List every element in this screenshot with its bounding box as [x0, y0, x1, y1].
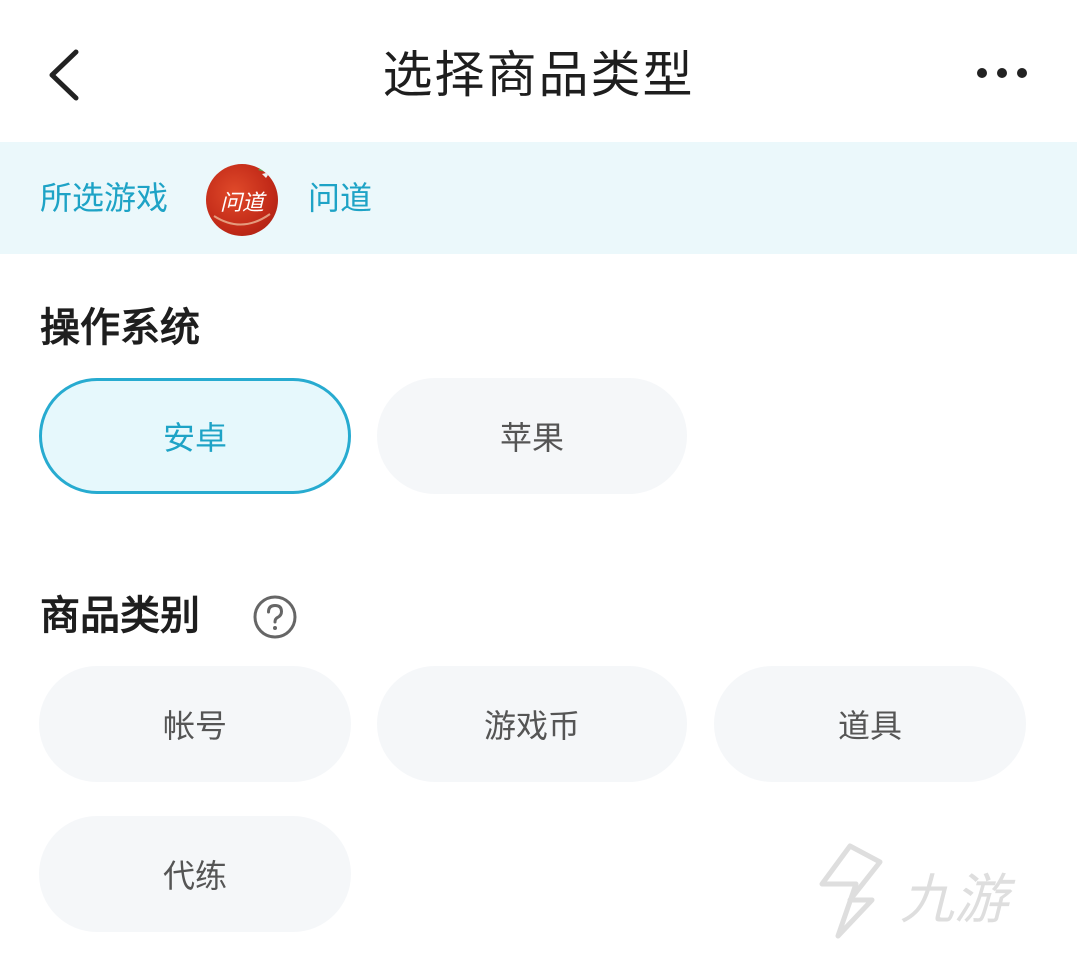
category-option-label: 游戏币 — [483, 707, 580, 745]
nine-game-logo-icon: 九游 — [819, 843, 1016, 939]
help-button[interactable] — [252, 594, 298, 640]
category-option-label: 代练 — [162, 857, 227, 895]
category-option-boosting[interactable]: 代练 — [39, 816, 351, 932]
question-circle-icon — [253, 595, 297, 639]
page-title: 选择商品类型 — [382, 46, 695, 104]
category-option-items[interactable]: 道具 — [714, 666, 1026, 782]
more-horizontal-icon — [977, 68, 1027, 78]
selected-game-label: 所选游戏 — [40, 179, 169, 217]
watermark-logo: 九游 — [810, 838, 1050, 948]
os-section-title: 操作系统 — [40, 305, 200, 351]
category-option-game-currency[interactable]: 游戏币 — [377, 666, 687, 782]
selected-game-name[interactable]: 问道 — [308, 172, 372, 224]
category-section-title: 商品类别 — [40, 593, 200, 639]
more-button[interactable] — [970, 55, 1034, 91]
nav-bar: 选择商品类型 — [0, 0, 1077, 142]
category-option-label: 道具 — [837, 707, 902, 745]
watermark-text: 九游 — [900, 868, 1016, 931]
os-option-android[interactable]: 安卓 — [39, 378, 351, 494]
game-logo-text: 问道 — [220, 191, 267, 216]
game-logo-icon: 问道 — [206, 164, 278, 236]
category-option-label: 帐号 — [162, 707, 227, 745]
os-option-label: 安卓 — [162, 419, 227, 457]
selected-game-bar: 所选游戏 问道 问道 — [0, 142, 1077, 254]
os-option-label: 苹果 — [499, 419, 564, 457]
os-option-ios[interactable]: 苹果 — [377, 378, 687, 494]
category-option-account[interactable]: 帐号 — [39, 666, 351, 782]
